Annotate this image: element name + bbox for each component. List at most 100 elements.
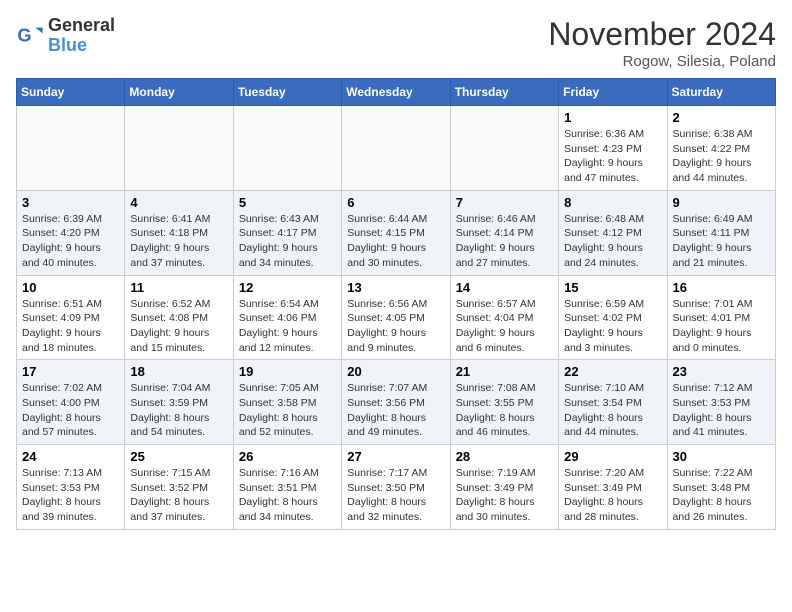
calendar-body: 1 Sunrise: 6:36 AM Sunset: 4:23 PM Daylig… <box>17 106 776 530</box>
calendar-cell <box>342 106 450 191</box>
calendar-cell: 15 Sunrise: 6:59 AM Sunset: 4:02 PM Dayli… <box>559 275 667 360</box>
calendar-cell: 7 Sunrise: 6:46 AM Sunset: 4:14 PM Daylig… <box>450 190 558 275</box>
calendar-cell <box>450 106 558 191</box>
calendar-cell <box>125 106 233 191</box>
day-number: 6 <box>347 195 444 210</box>
weekday-header-sunday: Sunday <box>17 79 125 106</box>
calendar-cell: 2Sunrise: 6:38 AM Sunset: 4:22 PM Daylig… <box>667 106 775 191</box>
day-info: Sunrise: 6:51 AM Sunset: 4:09 PM Dayligh… <box>22 297 119 356</box>
calendar-cell: 16 Sunrise: 7:01 AM Sunset: 4:01 PM Dayli… <box>667 275 775 360</box>
day-info: Sunrise: 6:54 AM Sunset: 4:06 PM Dayligh… <box>239 297 336 356</box>
day-info: Sunrise: 7:19 AM Sunset: 3:49 PM Dayligh… <box>456 466 553 525</box>
day-number: 28 <box>456 449 553 464</box>
calendar-cell <box>233 106 341 191</box>
calendar-cell: 10Sunrise: 6:51 AM Sunset: 4:09 PM Dayli… <box>17 275 125 360</box>
day-info: Sunrise: 6:39 AM Sunset: 4:20 PM Dayligh… <box>22 212 119 271</box>
logo-line2: Blue <box>48 36 115 56</box>
day-info: Sunrise: 7:01 AM Sunset: 4:01 PM Dayligh… <box>673 297 770 356</box>
day-info: Sunrise: 6:57 AM Sunset: 4:04 PM Dayligh… <box>456 297 553 356</box>
day-number: 21 <box>456 364 553 379</box>
calendar-cell <box>17 106 125 191</box>
day-info: Sunrise: 7:04 AM Sunset: 3:59 PM Dayligh… <box>130 381 227 440</box>
day-number: 22 <box>564 364 661 379</box>
day-info: Sunrise: 6:43 AM Sunset: 4:17 PM Dayligh… <box>239 212 336 271</box>
day-info: Sunrise: 7:16 AM Sunset: 3:51 PM Dayligh… <box>239 466 336 525</box>
day-number: 20 <box>347 364 444 379</box>
calendar-cell: 12Sunrise: 6:54 AM Sunset: 4:06 PM Dayli… <box>233 275 341 360</box>
title-section: November 2024 Rogow, Silesia, Poland <box>548 16 776 70</box>
day-number: 9 <box>673 195 770 210</box>
calendar-cell: 6 Sunrise: 6:44 AM Sunset: 4:15 PM Daylig… <box>342 190 450 275</box>
weekday-header-monday: Monday <box>125 79 233 106</box>
day-info: Sunrise: 6:52 AM Sunset: 4:08 PM Dayligh… <box>130 297 227 356</box>
month-title: November 2024 <box>548 16 776 53</box>
day-number: 14 <box>456 280 553 295</box>
day-info: Sunrise: 6:36 AM Sunset: 4:23 PM Dayligh… <box>564 127 661 186</box>
calendar-week-3: 10Sunrise: 6:51 AM Sunset: 4:09 PM Dayli… <box>17 275 776 360</box>
calendar-cell: 3 Sunrise: 6:39 AM Sunset: 4:20 PM Daylig… <box>17 190 125 275</box>
day-info: Sunrise: 6:44 AM Sunset: 4:15 PM Dayligh… <box>347 212 444 271</box>
weekday-header-friday: Friday <box>559 79 667 106</box>
day-number: 26 <box>239 449 336 464</box>
calendar-cell: 8 Sunrise: 6:48 AM Sunset: 4:12 PM Daylig… <box>559 190 667 275</box>
calendar-cell: 20Sunrise: 7:07 AM Sunset: 3:56 PM Dayli… <box>342 360 450 445</box>
day-info: Sunrise: 6:59 AM Sunset: 4:02 PM Dayligh… <box>564 297 661 356</box>
calendar-cell: 27 Sunrise: 7:17 AM Sunset: 3:50 PM Dayli… <box>342 445 450 530</box>
day-number: 11 <box>130 280 227 295</box>
day-number: 1 <box>564 110 661 125</box>
day-info: Sunrise: 6:38 AM Sunset: 4:22 PM Dayligh… <box>673 127 770 186</box>
day-info: Sunrise: 7:22 AM Sunset: 3:48 PM Dayligh… <box>673 466 770 525</box>
calendar-week-5: 24 Sunrise: 7:13 AM Sunset: 3:53 PM Dayli… <box>17 445 776 530</box>
day-info: Sunrise: 6:46 AM Sunset: 4:14 PM Dayligh… <box>456 212 553 271</box>
svg-text:G: G <box>17 25 31 45</box>
day-info: Sunrise: 6:48 AM Sunset: 4:12 PM Dayligh… <box>564 212 661 271</box>
day-info: Sunrise: 7:08 AM Sunset: 3:55 PM Dayligh… <box>456 381 553 440</box>
day-number: 23 <box>673 364 770 379</box>
weekday-header-thursday: Thursday <box>450 79 558 106</box>
day-number: 19 <box>239 364 336 379</box>
day-number: 8 <box>564 195 661 210</box>
calendar-week-2: 3 Sunrise: 6:39 AM Sunset: 4:20 PM Daylig… <box>17 190 776 275</box>
calendar-cell: 13Sunrise: 6:56 AM Sunset: 4:05 PM Dayli… <box>342 275 450 360</box>
logo: G General Blue <box>16 16 115 56</box>
calendar-cell: 24 Sunrise: 7:13 AM Sunset: 3:53 PM Dayli… <box>17 445 125 530</box>
day-number: 27 <box>347 449 444 464</box>
calendar-week-1: 1 Sunrise: 6:36 AM Sunset: 4:23 PM Daylig… <box>17 106 776 191</box>
calendar-cell: 18 Sunrise: 7:04 AM Sunset: 3:59 PM Dayli… <box>125 360 233 445</box>
day-number: 24 <box>22 449 119 464</box>
calendar-cell: 21 Sunrise: 7:08 AM Sunset: 3:55 PM Dayli… <box>450 360 558 445</box>
day-number: 7 <box>456 195 553 210</box>
weekday-header-row: SundayMondayTuesdayWednesdayThursdayFrid… <box>17 79 776 106</box>
day-number: 13 <box>347 280 444 295</box>
day-number: 3 <box>22 195 119 210</box>
day-number: 25 <box>130 449 227 464</box>
logo-line1: General <box>48 16 115 36</box>
location: Rogow, Silesia, Poland <box>548 53 776 70</box>
weekday-header-wednesday: Wednesday <box>342 79 450 106</box>
calendar-cell: 30Sunrise: 7:22 AM Sunset: 3:48 PM Dayli… <box>667 445 775 530</box>
calendar-header: SundayMondayTuesdayWednesdayThursdayFrid… <box>17 79 776 106</box>
day-info: Sunrise: 7:10 AM Sunset: 3:54 PM Dayligh… <box>564 381 661 440</box>
calendar-cell: 14 Sunrise: 6:57 AM Sunset: 4:04 PM Dayli… <box>450 275 558 360</box>
day-info: Sunrise: 7:17 AM Sunset: 3:50 PM Dayligh… <box>347 466 444 525</box>
calendar-cell: 17Sunrise: 7:02 AM Sunset: 4:00 PM Dayli… <box>17 360 125 445</box>
day-info: Sunrise: 7:13 AM Sunset: 3:53 PM Dayligh… <box>22 466 119 525</box>
calendar-cell: 19Sunrise: 7:05 AM Sunset: 3:58 PM Dayli… <box>233 360 341 445</box>
calendar-cell: 22 Sunrise: 7:10 AM Sunset: 3:54 PM Dayli… <box>559 360 667 445</box>
calendar-cell: 25Sunrise: 7:15 AM Sunset: 3:52 PM Dayli… <box>125 445 233 530</box>
day-number: 5 <box>239 195 336 210</box>
calendar-cell: 9 Sunrise: 6:49 AM Sunset: 4:11 PM Daylig… <box>667 190 775 275</box>
day-info: Sunrise: 7:20 AM Sunset: 3:49 PM Dayligh… <box>564 466 661 525</box>
logo-text: General Blue <box>48 16 115 56</box>
day-info: Sunrise: 6:49 AM Sunset: 4:11 PM Dayligh… <box>673 212 770 271</box>
day-number: 16 <box>673 280 770 295</box>
calendar-cell: 5 Sunrise: 6:43 AM Sunset: 4:17 PM Daylig… <box>233 190 341 275</box>
calendar-cell: 11 Sunrise: 6:52 AM Sunset: 4:08 PM Dayli… <box>125 275 233 360</box>
day-number: 18 <box>130 364 227 379</box>
day-number: 15 <box>564 280 661 295</box>
day-info: Sunrise: 6:41 AM Sunset: 4:18 PM Dayligh… <box>130 212 227 271</box>
calendar-cell: 26 Sunrise: 7:16 AM Sunset: 3:51 PM Dayli… <box>233 445 341 530</box>
page-header: G General Blue November 2024 Rogow, Sile… <box>16 16 776 70</box>
calendar-week-4: 17Sunrise: 7:02 AM Sunset: 4:00 PM Dayli… <box>17 360 776 445</box>
calendar-cell: 28 Sunrise: 7:19 AM Sunset: 3:49 PM Dayli… <box>450 445 558 530</box>
